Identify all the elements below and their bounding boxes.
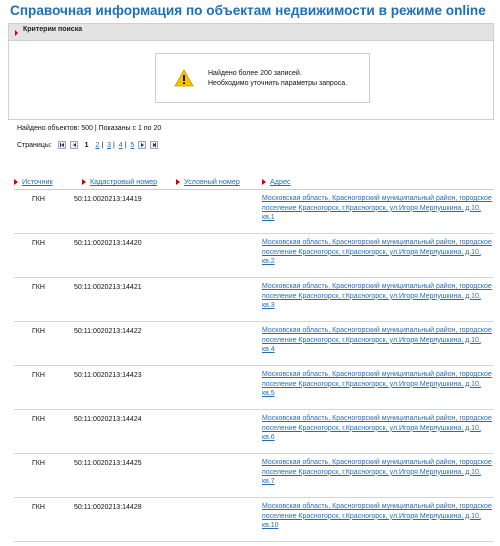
pagination: Страницы: 1 2 | 3 | 4 | 5 — [17, 141, 160, 149]
row-address-link[interactable]: Московская область, Красногорский муници… — [262, 326, 492, 355]
header-divider — [14, 189, 494, 190]
page-link-4[interactable]: 4 — [119, 142, 123, 149]
panel-label: Критерии поиска — [23, 26, 83, 33]
results-table: ГКН 50:11:0020213:14419 Московская облас… — [14, 194, 494, 546]
row-source: ГКН — [32, 240, 45, 247]
sort-arrow-icon — [82, 179, 86, 186]
table-row: ГКН 50:11:0020213:14419 Московская облас… — [14, 194, 494, 234]
row-address-link[interactable]: Московская область, Красногорский муници… — [262, 238, 492, 267]
row-source: ГКН — [32, 284, 45, 291]
row-address-link[interactable]: Московская область, Красногорский муници… — [262, 370, 492, 399]
warning-message-box: Найдено более 200 записей. Необходимо ут… — [155, 53, 370, 103]
row-source: ГКН — [32, 328, 45, 335]
row-source: ГКН — [32, 460, 45, 467]
table-row: ГКН 50:11:0020213:14424 Московская облас… — [14, 414, 494, 454]
panel-header[interactable]: Критерии поиска — [9, 24, 493, 41]
row-source: ГКН — [32, 504, 45, 511]
table-row: ГКН 50:11:0020213:14420 Московская облас… — [14, 238, 494, 278]
row-cadastral-number: 50:11:0020213:14428 — [74, 504, 142, 511]
table-row: ГКН 50:11:0020213:14421 Московская облас… — [14, 282, 494, 322]
row-cadastral-number: 50:11:0020213:14419 — [74, 196, 142, 203]
header-cadastral-number[interactable]: Кадастровый номер — [82, 177, 157, 186]
sort-arrow-icon — [14, 179, 18, 186]
warning-text: Найдено более 200 записей. Необходимо ут… — [208, 69, 347, 89]
sort-arrow-icon — [262, 179, 266, 186]
header-address[interactable]: Адрес — [262, 177, 291, 186]
next-page-icon[interactable] — [138, 141, 147, 149]
row-address-link[interactable]: Московская область, Красногорский муници… — [262, 414, 492, 443]
last-page-icon[interactable] — [150, 141, 159, 149]
table-row: ГКН 50:11:0020213:14423 Московская облас… — [14, 370, 494, 410]
sort-arrow-icon — [176, 179, 180, 186]
expand-arrow-icon — [15, 30, 18, 36]
row-address-link[interactable]: Московская область, Красногорский муници… — [262, 282, 492, 311]
page-title: Справочная информация по объектам недвиж… — [10, 3, 486, 18]
row-cadastral-number: 50:11:0020213:14420 — [74, 240, 142, 247]
row-address-link[interactable]: Московская область, Красногорский муници… — [262, 194, 492, 223]
table-row: ГКН 50:11:0020213:14422 Московская облас… — [14, 326, 494, 366]
warning-line1: Найдено более 200 записей. — [208, 70, 302, 77]
page-link-3[interactable]: 3 — [107, 142, 111, 149]
row-source: ГКН — [32, 416, 45, 423]
page-link-2[interactable]: 2 — [95, 142, 99, 149]
row-source: ГКН — [32, 196, 45, 203]
row-cadastral-number: 50:11:0020213:14423 — [74, 372, 142, 379]
warning-icon — [174, 69, 194, 87]
results-count: Найдено объектов: 500 | Показаны с 1 по … — [17, 125, 162, 132]
row-cadastral-number: 50:11:0020213:14425 — [74, 460, 142, 467]
row-cadastral-number: 50:11:0020213:14421 — [74, 284, 142, 291]
header-conditional-number[interactable]: Условный номер — [176, 177, 240, 186]
row-address-link[interactable]: Московская область, Красногорский муници… — [262, 502, 492, 531]
row-source: ГКН — [32, 372, 45, 379]
current-page: 1 — [84, 141, 89, 149]
warning-line2: Необходимо уточнить параметры запроса. — [208, 80, 348, 87]
page-link-5[interactable]: 5 — [130, 142, 134, 149]
prev-page-icon[interactable] — [69, 141, 78, 149]
row-cadastral-number: 50:11:0020213:14422 — [74, 328, 142, 335]
table-row: ГКН 50:11:0020213:14428 Московская облас… — [14, 502, 494, 542]
search-criteria-panel: Критерии поиска Найдено более 200 записе… — [8, 23, 494, 120]
header-source[interactable]: Источник — [14, 177, 53, 186]
first-page-icon[interactable] — [57, 141, 66, 149]
pagination-label: Страницы: — [17, 141, 52, 149]
table-row: ГКН 50:11:0020213:14425 Московская облас… — [14, 458, 494, 498]
row-cadastral-number: 50:11:0020213:14424 — [74, 416, 142, 423]
row-address-link[interactable]: Московская область, Красногорский муници… — [262, 458, 492, 487]
